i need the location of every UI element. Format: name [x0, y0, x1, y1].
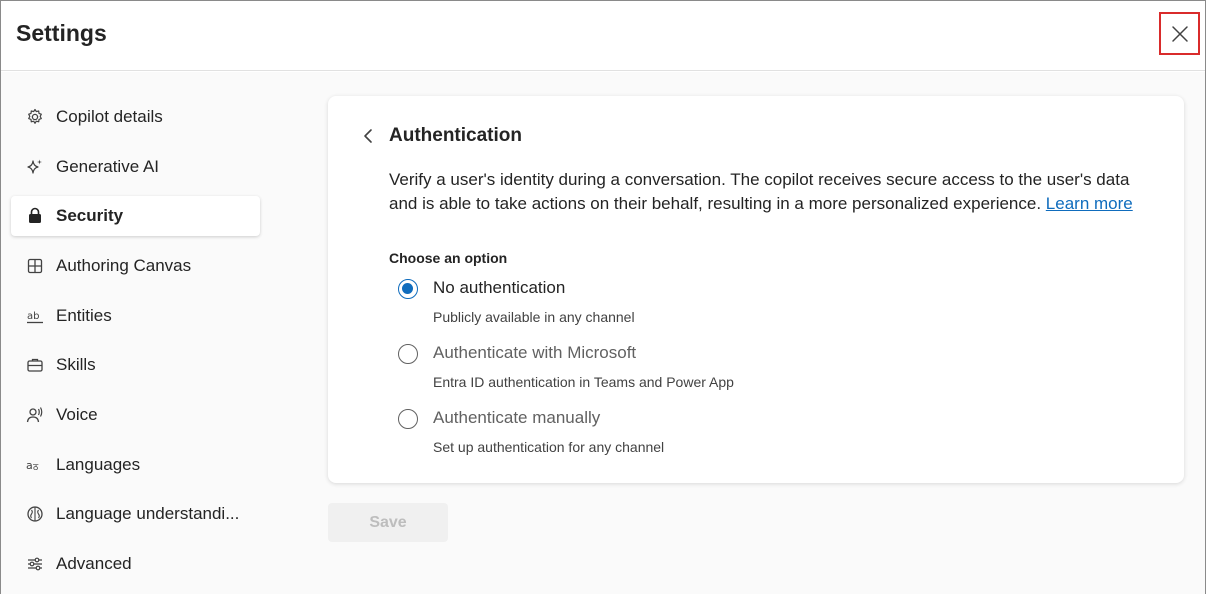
- radio-authenticate-microsoft[interactable]: [398, 344, 418, 364]
- card-title: Authentication: [389, 125, 522, 146]
- svg-text:ठ: ठ: [33, 463, 39, 473]
- sidebar-item-copilot-details[interactable]: Copilot details: [11, 97, 260, 137]
- sidebar-item-label: Voice: [56, 405, 98, 424]
- option-sublabel: Set up authentication for any channel: [433, 439, 665, 455]
- sidebar-item-label: Copilot details: [56, 107, 163, 126]
- sidebar-item-label: Security: [56, 206, 124, 225]
- sidebar-item-languages[interactable]: a ठ Languages: [11, 445, 260, 485]
- sidebar-item-label: Language understandi...: [56, 504, 240, 523]
- grid-icon: [26, 257, 44, 275]
- dialog-header: Settings: [1, 1, 1205, 71]
- lock-icon: [26, 207, 44, 225]
- option-label: No authentication: [433, 278, 566, 297]
- sidebar-item-label: Authoring Canvas: [56, 256, 192, 275]
- sidebar-item-authoring-canvas[interactable]: Authoring Canvas: [11, 246, 260, 286]
- close-icon: [1171, 25, 1188, 42]
- save-button[interactable]: Save: [328, 503, 448, 542]
- option-heading: Choose an option: [389, 250, 508, 266]
- settings-sidebar: Copilot details Generative AI Security A…: [1, 72, 271, 594]
- page-title: Settings: [16, 20, 107, 46]
- person-voice-icon: [26, 406, 44, 424]
- option-authenticate-microsoft[interactable]: Authenticate with Microsoft Entra ID aut…: [398, 341, 898, 391]
- settings-dialog: Settings Copilot details Generative AI S…: [0, 0, 1206, 594]
- sidebar-item-label: Entities: [56, 306, 112, 325]
- radio-no-authentication[interactable]: [398, 279, 418, 299]
- sparkle-icon: [26, 158, 44, 176]
- card-description: Verify a user's identity during a conver…: [389, 168, 1159, 216]
- text-ab-icon: ab: [26, 307, 44, 325]
- option-label: Authenticate manually: [433, 408, 601, 427]
- option-authenticate-manually[interactable]: Authenticate manually Set up authenticat…: [398, 406, 898, 456]
- sidebar-item-entities[interactable]: ab Entities: [11, 296, 260, 336]
- chevron-left-icon: [364, 129, 372, 143]
- svg-text:ab: ab: [27, 311, 39, 322]
- option-no-authentication[interactable]: No authentication Publicly available in …: [398, 276, 898, 326]
- settings-body: Copilot details Generative AI Security A…: [1, 72, 1205, 594]
- translate-icon: a ठ: [26, 456, 44, 474]
- sidebar-item-generative-ai[interactable]: Generative AI: [11, 147, 260, 187]
- authentication-card: Authentication Verify a user's identity …: [328, 96, 1184, 483]
- close-button[interactable]: [1159, 12, 1200, 55]
- sidebar-item-security[interactable]: Security: [11, 196, 260, 236]
- sliders-icon: [26, 555, 44, 573]
- sidebar-item-label: Skills: [56, 355, 96, 374]
- learn-more-link[interactable]: Learn more: [1046, 194, 1133, 213]
- sidebar-item-label: Advanced: [56, 554, 132, 573]
- sidebar-item-language-understanding[interactable]: Language understandi...: [11, 494, 260, 534]
- svg-text:a: a: [26, 459, 33, 472]
- briefcase-icon: [26, 356, 44, 374]
- option-sublabel: Publicly available in any channel: [433, 309, 635, 325]
- description-text: Verify a user's identity during a conver…: [389, 170, 1130, 213]
- sidebar-item-advanced[interactable]: Advanced: [11, 544, 260, 584]
- sidebar-item-label: Generative AI: [56, 157, 160, 176]
- radio-authenticate-manually[interactable]: [398, 409, 418, 429]
- brain-icon: [26, 505, 44, 523]
- gear-icon: [26, 108, 44, 126]
- sidebar-item-label: Languages: [56, 455, 141, 474]
- sidebar-item-skills[interactable]: Skills: [11, 345, 260, 385]
- sidebar-item-voice[interactable]: Voice: [11, 395, 260, 435]
- option-sublabel: Entra ID authentication in Teams and Pow…: [433, 374, 734, 390]
- option-label: Authenticate with Microsoft: [433, 343, 637, 362]
- back-button[interactable]: [358, 126, 378, 146]
